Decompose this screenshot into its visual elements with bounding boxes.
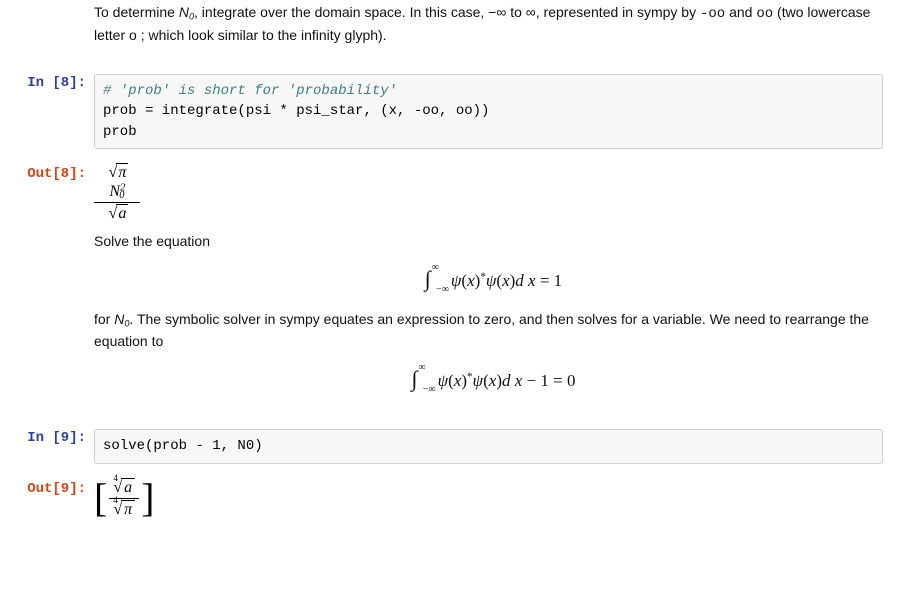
code-line: prob <box>103 124 137 140</box>
input-prompt-8: In [8]: <box>0 68 94 155</box>
code-editor-8[interactable]: # 'prob' is short for 'probability' prob… <box>94 74 883 149</box>
output-content-8: πN20 a <box>94 159 901 225</box>
code-comment: # 'prob' is short for 'probability' <box>103 83 397 99</box>
code-cell-9-output: Out[9]: [ 4√a 4√π ] <box>0 474 901 521</box>
md2-p1: Solve the equation <box>94 231 893 252</box>
md1-neg-oo: -oo <box>700 6 725 22</box>
equation-1: ∫∞−∞ψ(x)*ψ(x)d x = 1 <box>94 262 893 295</box>
code-cell-9-input: In [9]: solve(prob - 1, N0) <box>0 423 901 469</box>
integral-symbol: ∫∞−∞ <box>412 362 418 395</box>
equation-2: ∫∞−∞ψ(x)*ψ(x)d x − 1 = 0 <box>94 362 893 395</box>
md1-text: , integrate over the domain space. In th… <box>194 4 700 20</box>
md2-text: . The symbolic solver in sympy equates a… <box>94 311 869 349</box>
output-list-9: [ 4√a 4√π ] <box>94 478 154 519</box>
fourth-root-pi: 4√π <box>113 500 135 519</box>
output-prompt-9: Out[9]: <box>0 474 94 521</box>
code-editor-9[interactable]: solve(prob - 1, N0) <box>94 429 883 463</box>
md1-and: and <box>725 4 756 20</box>
code-line: prob = integrate(psi * psi_star, (x, -oo… <box>103 103 489 119</box>
integral-symbol: ∫∞−∞ <box>425 262 431 295</box>
input-prompt-9: In [9]: <box>0 423 94 469</box>
md2-n0: N0 <box>114 311 129 327</box>
output-fraction-9: 4√a 4√π <box>109 478 139 519</box>
md1-n0: N0 <box>179 4 194 20</box>
markdown-content-2: Solve the equation ∫∞−∞ψ(x)*ψ(x)d x = 1 … <box>94 229 901 419</box>
prompt-empty <box>0 229 94 419</box>
markdown-cell-1: To determine N0, integrate over the doma… <box>0 0 901 64</box>
code-content-9: solve(prob - 1, N0) <box>94 423 901 469</box>
prompt-empty <box>0 0 94 64</box>
output-prompt-8: Out[8]: <box>0 159 94 225</box>
sqrt-a: a <box>106 204 129 223</box>
output-fraction-8: πN20 a <box>94 163 140 223</box>
sqrt-pi: π <box>106 163 129 182</box>
markdown-content-1: To determine N0, integrate over the doma… <box>94 0 901 64</box>
md1-pos-oo: oo <box>756 6 773 22</box>
output-content-9: [ 4√a 4√π ] <box>94 474 901 521</box>
md1-text: To determine <box>94 4 179 20</box>
code-cell-8-output: Out[8]: πN20 a <box>0 159 901 225</box>
N0-squared: N20 <box>109 183 124 200</box>
code-cell-8-input: In [8]: # 'prob' is short for 'probabili… <box>0 68 901 155</box>
code-line: solve(prob - 1, N0) <box>103 438 263 454</box>
code-content-8: # 'prob' is short for 'probability' prob… <box>94 68 901 155</box>
markdown-cell-2: Solve the equation ∫∞−∞ψ(x)*ψ(x)d x = 1 … <box>0 229 901 419</box>
md2-text: for <box>94 311 114 327</box>
